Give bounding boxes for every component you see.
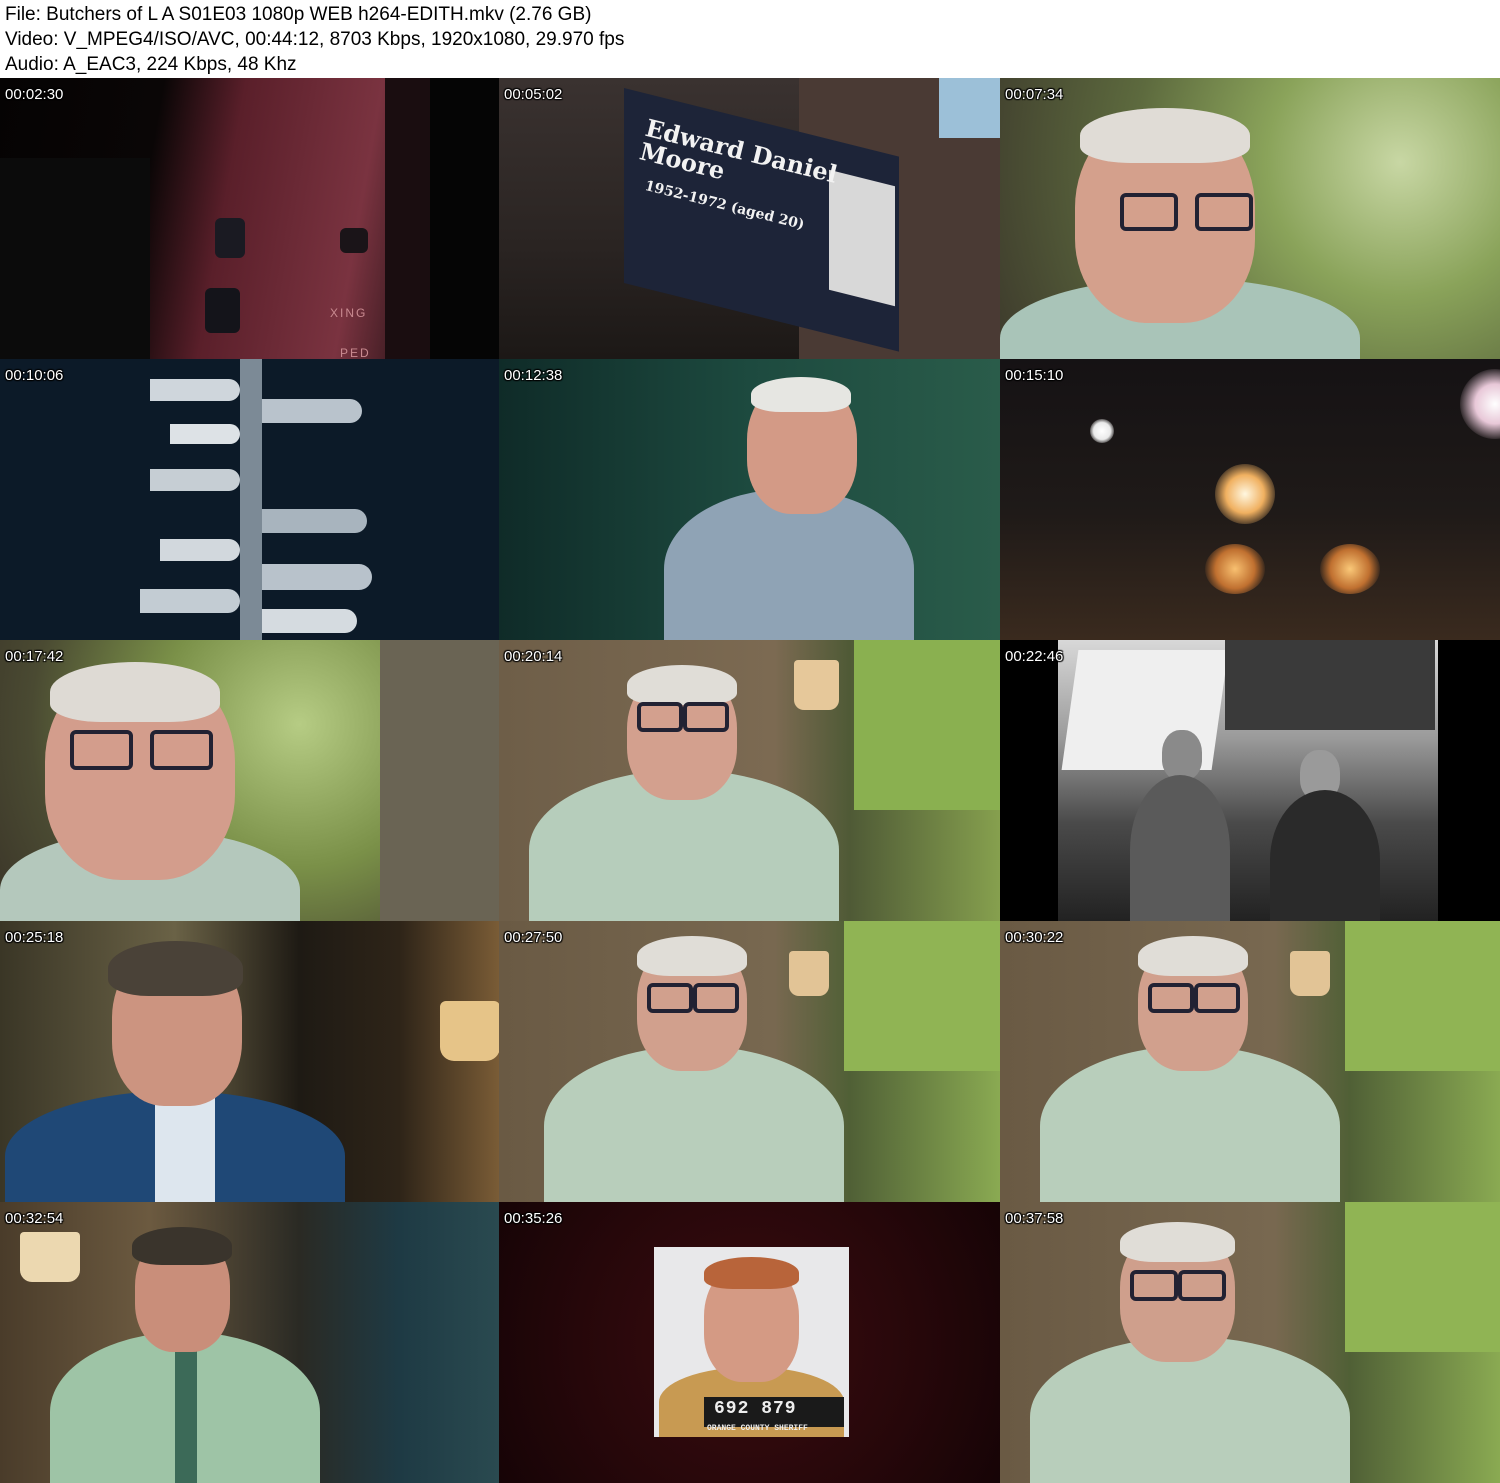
video-info-line: Video: V_MPEG4/ISO/AVC, 00:44:12, 8703 K…	[5, 29, 625, 50]
timestamp: 00:17:42	[5, 648, 64, 665]
archival-bw-scene	[1000, 640, 1500, 921]
interview-scene	[0, 1202, 499, 1483]
interview-scene	[499, 640, 1000, 921]
timestamp: 00:27:50	[504, 929, 563, 946]
audio-info-line: Audio: A_EAC3, 224 Kbps, 48 Khz	[5, 54, 297, 75]
timestamp: 00:37:58	[1005, 1210, 1064, 1227]
interview-scene	[1000, 1202, 1500, 1483]
thumbnail-4[interactable]: 00:10:06	[0, 359, 499, 640]
thumbnail-5[interactable]: 00:12:38	[499, 359, 1000, 640]
timestamp: 00:15:10	[1005, 367, 1064, 384]
thumbnail-12[interactable]: 00:30:22	[1000, 921, 1500, 1202]
thumbnail-6[interactable]: 00:15:10	[1000, 359, 1500, 640]
thumbnail-15[interactable]: 00:37:58	[1000, 1202, 1500, 1483]
bokeh-lights-scene	[1000, 359, 1500, 640]
timestamp: 00:12:38	[504, 367, 563, 384]
interview-scene	[499, 921, 1000, 1202]
interview-scene	[499, 359, 1000, 640]
timestamp: 00:30:22	[1005, 929, 1064, 946]
mugshot-number: 692 879	[714, 1399, 797, 1419]
interview-scene	[1000, 921, 1500, 1202]
thumbnail-9[interactable]: 00:22:46	[1000, 640, 1500, 921]
thumbnail-1[interactable]: XING PED 00:02:30	[0, 78, 499, 359]
file-info-line: File: Butchers of L A S01E03 1080p WEB h…	[5, 4, 592, 25]
interview-scene	[1000, 78, 1500, 359]
thumbnail-8[interactable]: 00:20:14	[499, 640, 1000, 921]
night-street-scene: XING PED	[0, 78, 499, 359]
media-info-header: File: Butchers of L A S01E03 1080p WEB h…	[0, 0, 1500, 78]
mugshot-caption: ORANGE COUNTY SHERIFF	[707, 1424, 808, 1433]
timestamp: 00:05:02	[504, 86, 563, 103]
thumbnail-13[interactable]: 00:32:54	[0, 1202, 499, 1483]
thumbnail-grid: XING PED 00:02:30 Edward Daniel Moore 19…	[0, 78, 1500, 1483]
marina-aerial-scene	[0, 359, 499, 640]
mugshot-scene: 692 879 ORANGE COUNTY SHERIFF	[499, 1202, 1000, 1483]
timestamp: 00:20:14	[504, 648, 563, 665]
thumbnail-2[interactable]: Edward Daniel Moore 1952-1972 (aged 20) …	[499, 78, 1000, 359]
thumbnail-3[interactable]: 00:07:34	[1000, 78, 1500, 359]
interview-scene	[0, 640, 499, 921]
thumbnail-11[interactable]: 00:27:50	[499, 921, 1000, 1202]
timestamp: 00:07:34	[1005, 86, 1064, 103]
timestamp: 00:22:46	[1005, 648, 1064, 665]
timestamp: 00:35:26	[504, 1210, 563, 1227]
billboard-scene: Edward Daniel Moore 1952-1972 (aged 20)	[499, 78, 1000, 359]
thumbnail-7[interactable]: 00:17:42	[0, 640, 499, 921]
timestamp: 00:32:54	[5, 1210, 64, 1227]
thumbnail-10[interactable]: 00:25:18	[0, 921, 499, 1202]
thumbnail-14[interactable]: 692 879 ORANGE COUNTY SHERIFF 00:35:26	[499, 1202, 1000, 1483]
timestamp: 00:02:30	[5, 86, 64, 103]
timestamp: 00:10:06	[5, 367, 64, 384]
interview-scene	[0, 921, 499, 1202]
timestamp: 00:25:18	[5, 929, 64, 946]
